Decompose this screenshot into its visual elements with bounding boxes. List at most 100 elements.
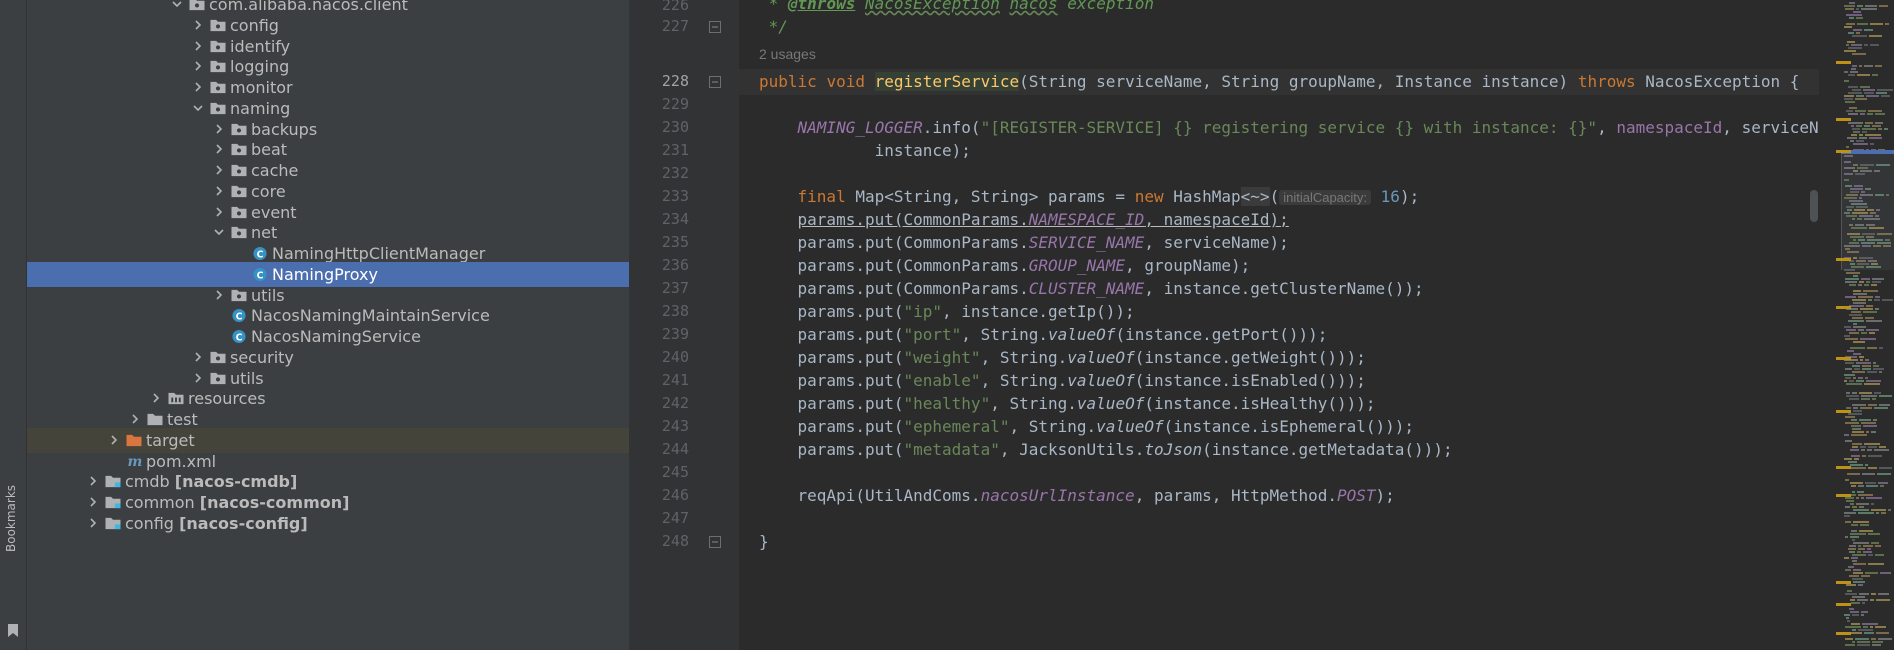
minimap-line: [1844, 557, 1849, 559]
chevron-right-icon[interactable]: [88, 476, 98, 486]
chevron-right-icon[interactable]: [214, 144, 224, 154]
package-icon: [231, 123, 247, 135]
warning-marker[interactable]: [1836, 258, 1851, 261]
minimap[interactable]: [1819, 0, 1894, 650]
minimap-line: [1885, 23, 1889, 25]
bookmark-icon[interactable]: [8, 624, 18, 637]
chevron-right-icon[interactable]: [193, 61, 203, 71]
minimap-line: [1845, 569, 1851, 571]
line-number: 242: [661, 394, 689, 412]
folder-icon: [147, 413, 163, 426]
chevron-right-icon[interactable]: [109, 435, 119, 445]
warning-marker[interactable]: [1836, 306, 1851, 309]
chevron-right-icon[interactable]: [214, 206, 224, 217]
minimap-line: [1848, 86, 1858, 88]
warning-marker[interactable]: [1836, 632, 1851, 635]
warning-marker[interactable]: [1836, 581, 1851, 584]
minimap-line: [1850, 599, 1855, 601]
minimap-line: [1881, 95, 1890, 97]
minimap-viewport[interactable]: [1841, 150, 1894, 270]
minimap-line: [1853, 509, 1869, 511]
minimap-line: [1851, 455, 1860, 457]
chevron-down-icon[interactable]: [193, 103, 203, 113]
minimap-line: [1864, 65, 1873, 67]
code-editor[interactable]: 226 227 228 229 230 231 232 233 234 235 236 237 238 2…: [629, 0, 1894, 650]
minimap-line: [1860, 407, 1872, 409]
minimap-line: [1849, 305, 1864, 307]
minimap-line: [1875, 308, 1879, 310]
chevron-right-icon[interactable]: [214, 289, 224, 300]
warning-marker[interactable]: [1836, 357, 1851, 360]
minimap-line: [1852, 299, 1866, 301]
warning-marker[interactable]: [1836, 61, 1851, 64]
minimap-line: [1846, 272, 1860, 274]
minimap-line: [1859, 356, 1864, 358]
minimap-line: [1853, 293, 1867, 295]
chevron-right-icon[interactable]: [88, 497, 98, 507]
code-area[interactable]: * @throws NacosException nacos exception…: [759, 0, 1819, 650]
warning-marker[interactable]: [1836, 603, 1851, 606]
bookmarks-tab[interactable]: Bookmarks: [4, 485, 18, 552]
minimap-line: [1871, 503, 1874, 505]
minimap-line: [1851, 434, 1867, 436]
minimap-line: [1867, 371, 1877, 373]
minimap-line: [1852, 539, 1855, 541]
chevron-right-icon[interactable]: [151, 393, 161, 403]
minimap-line: [1845, 338, 1858, 340]
chevron-right-icon[interactable]: [193, 372, 203, 383]
warning-marker[interactable]: [1836, 150, 1851, 153]
minimap-line: [1851, 425, 1861, 427]
chevron-right-icon[interactable]: [214, 123, 224, 134]
chevron-right-icon[interactable]: [88, 518, 98, 528]
chevron-down-icon[interactable]: [214, 227, 224, 237]
minimap-line: [1875, 113, 1885, 115]
code-line-237: params.put(CommonParams.CLUSTER_NAME, in…: [797, 279, 1424, 298]
minimap-line: [1859, 419, 1871, 421]
minimap-line: [1847, 620, 1850, 622]
minimap-line: [1856, 8, 1859, 10]
chevron-down-icon[interactable]: [172, 0, 182, 9]
minimap-line: [1869, 137, 1882, 139]
minimap-line: [1849, 608, 1854, 610]
minimap-line: [1879, 467, 1892, 469]
minimap-line: [1848, 122, 1863, 124]
minimap-line: [1858, 494, 1873, 496]
warning-marker[interactable]: [1836, 466, 1851, 469]
minimap-line: [1851, 485, 1856, 487]
chevron-right-icon[interactable]: [214, 165, 224, 175]
chevron-right-icon[interactable]: [193, 40, 203, 51]
chevron-right-icon[interactable]: [193, 20, 203, 30]
minimap-line: [1858, 485, 1864, 487]
fold-end-icon[interactable]: [709, 536, 721, 548]
minimap-line: [1852, 443, 1862, 445]
chevron-right-icon[interactable]: [130, 414, 140, 424]
usages-hint[interactable]: 2 usages: [759, 42, 816, 66]
chevron-right-icon[interactable]: [214, 186, 224, 196]
code-line-243: params.put("ephemeral", String.valueOf(i…: [797, 417, 1415, 436]
minimap-line: [1853, 290, 1861, 292]
minimap-line: [1880, 485, 1884, 487]
warning-marker[interactable]: [1836, 118, 1851, 121]
fold-start-icon[interactable]: [709, 76, 721, 88]
minimap-line: [1861, 614, 1864, 616]
minimap-line: [1871, 593, 1876, 595]
chevron-right-icon[interactable]: [193, 352, 203, 362]
minimap-line: [1844, 614, 1850, 616]
minimap-line: [1852, 560, 1857, 562]
tree-item-config[interactable]: config [nacos-config]: [27, 511, 629, 536]
minimap-line: [1853, 275, 1858, 277]
resources-folder-icon: [168, 393, 184, 405]
line-number: 248: [661, 532, 689, 550]
line-number: 239: [661, 325, 689, 343]
warning-marker[interactable]: [1836, 410, 1851, 413]
chevron-right-icon[interactable]: [193, 82, 203, 92]
vertical-scrollbar[interactable]: [1810, 190, 1818, 222]
fold-end-icon[interactable]: [709, 21, 721, 33]
warning-marker[interactable]: [1836, 494, 1851, 497]
minimap-line: [1859, 392, 1872, 394]
line-number: 227: [661, 17, 689, 35]
minimap-line: [1851, 311, 1861, 313]
code-line-239: params.put("port", String.valueOf(instan…: [797, 325, 1328, 344]
minimap-line: [1866, 95, 1879, 97]
line-number: 235: [661, 233, 689, 251]
